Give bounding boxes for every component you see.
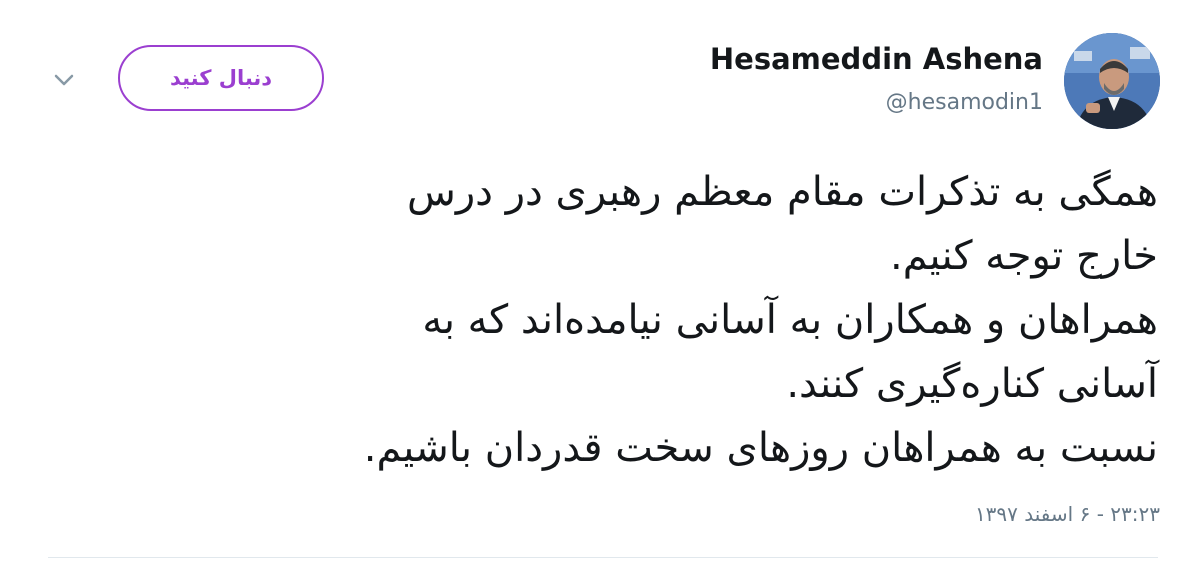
- tweet-card: Hesameddin Ashena @hesamodin1 دنبال کنید…: [0, 0, 1200, 563]
- tweet-line: همراهان و همکاران به آسانی نیامده‌اند که…: [422, 297, 1158, 343]
- tweet-timestamp[interactable]: ۲۳:۲۳ - ۶ اسفند ۱۳۹۷: [975, 502, 1160, 526]
- avatar[interactable]: [1064, 33, 1160, 129]
- chevron-down-icon: [54, 74, 74, 86]
- tweet-line: آسانی کناره‌گیری کنند.: [786, 361, 1158, 407]
- author-name[interactable]: Hesameddin Ashena: [710, 42, 1043, 76]
- tweet-line: همگی به تذکرات مقام معظم رهبری در درس: [407, 169, 1158, 215]
- avatar-image: [1064, 33, 1160, 129]
- follow-button[interactable]: دنبال کنید: [118, 45, 324, 111]
- tweet-line: خارج توجه کنیم.: [890, 233, 1158, 279]
- tweet-text: همگی به تذکرات مقام معظم رهبری در درس خا…: [40, 160, 1158, 480]
- tweet-menu-button[interactable]: [48, 68, 80, 92]
- tweet-line: نسبت به همراهان روزهای سخت قدردان باشیم.: [363, 425, 1158, 471]
- author-handle[interactable]: @hesamodin1: [886, 90, 1043, 115]
- divider: [48, 557, 1158, 558]
